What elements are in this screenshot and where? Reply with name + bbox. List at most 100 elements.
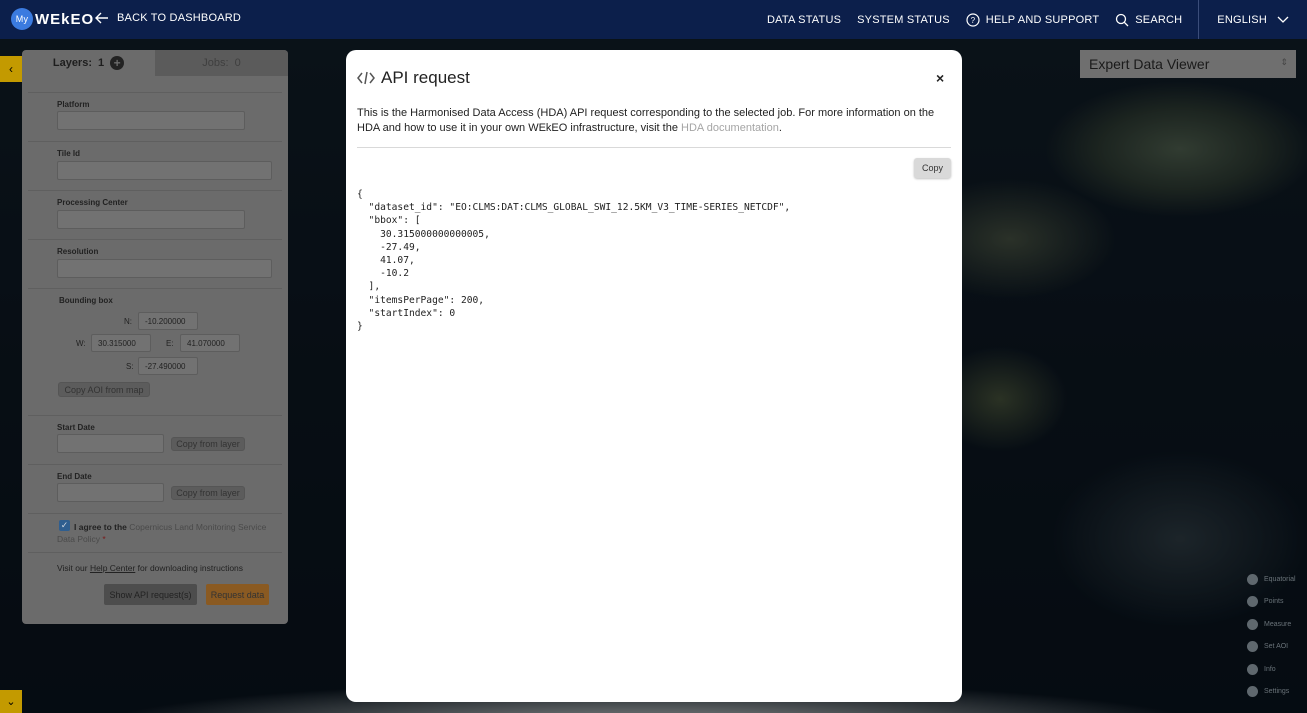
close-modal-button[interactable]: ×: [936, 70, 944, 86]
modal-description: This is the Harmonised Data Access (HDA)…: [357, 106, 947, 136]
agree-text: I agree to the: [74, 522, 127, 532]
hda-documentation-link[interactable]: HDA documentation: [681, 122, 779, 134]
back-label: BACK TO DASHBOARD: [117, 12, 242, 24]
start-date-input[interactable]: [57, 434, 164, 453]
north-input[interactable]: -10.200000: [138, 312, 198, 330]
divider: [28, 288, 282, 289]
divider: [28, 464, 282, 465]
start-date-label: Start Date: [57, 423, 95, 432]
divider: [28, 92, 282, 93]
resolution-label: Resolution: [57, 247, 99, 256]
nav-data-status-label: DATA STATUS: [767, 13, 842, 26]
map-tools: Equatorial Points Measure Set AOI Info S…: [1247, 568, 1296, 703]
modal-title-text: API request: [381, 68, 470, 87]
nav-search[interactable]: SEARCH: [1115, 13, 1182, 27]
bounding-box-label: Bounding box: [59, 296, 113, 305]
tab-layers-label: Layers:: [52, 57, 92, 69]
tool-settings-label: Settings: [1264, 688, 1290, 696]
tool-set-aoi-label: Set AOI: [1264, 643, 1289, 651]
required-star: *: [102, 534, 106, 544]
divider: [28, 239, 282, 240]
north-label: N:: [124, 317, 132, 326]
show-api-request-button[interactable]: Show API request(s): [104, 584, 197, 605]
copy-start-from-layer-button[interactable]: Copy from layer: [171, 437, 245, 451]
modal-divider: [357, 147, 951, 148]
back-to-dashboard-link[interactable]: BACK TO DASHBOARD: [95, 12, 241, 24]
tab-jobs[interactable]: Jobs: 0: [155, 50, 288, 76]
tile-id-label: Tile Id: [57, 149, 80, 158]
nav-help-label: HELP AND SUPPORT: [985, 13, 1100, 26]
end-date-input[interactable]: [57, 483, 164, 502]
west-label: W:: [76, 339, 86, 348]
code-icon: [357, 71, 375, 85]
globe-icon: [1247, 573, 1258, 585]
divider: [28, 415, 282, 416]
south-label: S:: [126, 362, 134, 371]
tool-settings[interactable]: Settings: [1247, 681, 1296, 704]
modal-title: API request: [357, 68, 470, 88]
nav-system-status-label: SYSTEM STATUS: [857, 13, 950, 26]
chat-icon: [1247, 663, 1258, 675]
west-input[interactable]: 30.315000: [91, 334, 151, 352]
help-prefix: Visit our: [57, 563, 88, 573]
arrow-left-icon: [95, 12, 108, 24]
select-arrows-icon: ⇕: [1280, 57, 1288, 67]
nav-data-status[interactable]: DATA STATUS: [767, 14, 841, 26]
jobs-count: 0: [234, 57, 241, 69]
wekeo-logo[interactable]: My WEkEO: [11, 8, 94, 30]
nav-search-label: SEARCH: [1135, 13, 1183, 26]
description-end: .: [778, 122, 782, 134]
tool-equatorial-label: Equatorial: [1264, 575, 1296, 583]
platform-select[interactable]: [57, 111, 245, 130]
tile-id-input[interactable]: [57, 161, 272, 180]
east-input[interactable]: 41.070000: [180, 334, 240, 352]
processing-center-select[interactable]: [57, 210, 245, 229]
chevron-down-icon: [1277, 16, 1289, 23]
divider: [28, 141, 282, 142]
divider: [28, 190, 282, 191]
tool-info[interactable]: Info: [1247, 658, 1296, 681]
svg-text:?: ?: [970, 16, 975, 25]
copy-aoi-button[interactable]: Copy AOI from map: [58, 382, 150, 397]
divider: [28, 552, 282, 553]
request-data-button[interactable]: Request data: [206, 584, 269, 605]
south-input[interactable]: -27.490000: [138, 357, 198, 375]
language-selector[interactable]: ENGLISH: [1198, 0, 1307, 39]
tab-jobs-label: Jobs:: [202, 57, 229, 69]
tab-layers[interactable]: Layers: 1 +: [22, 50, 155, 76]
language-label: ENGLISH: [1217, 13, 1267, 26]
collapse-panel-button[interactable]: ‹: [0, 56, 22, 82]
layers-count: 1: [98, 57, 105, 69]
add-layer-icon[interactable]: +: [110, 56, 125, 70]
square-select-icon: [1247, 641, 1258, 653]
end-date-label: End Date: [57, 472, 92, 481]
viewer-select[interactable]: Expert Data Viewer ⇕: [1080, 50, 1296, 78]
gear-icon: [1247, 686, 1258, 698]
tool-points[interactable]: Points: [1247, 591, 1296, 614]
help-suffix: for downloading instructions: [137, 563, 244, 573]
description-text: This is the Harmonised Data Access (HDA)…: [357, 107, 935, 134]
nav-system-status[interactable]: SYSTEM STATUS: [857, 14, 950, 26]
tool-info-label: Info: [1264, 665, 1276, 673]
viewer-label: Expert Data Viewer: [1089, 56, 1210, 72]
tool-set-aoi[interactable]: Set AOI: [1247, 636, 1296, 659]
api-request-code: { "dataset_id": "EO:CLMS:DAT:CLMS_GLOBAL…: [357, 189, 791, 333]
copy-end-from-layer-button[interactable]: Copy from layer: [171, 486, 245, 500]
nav-help-and-support[interactable]: ? HELP AND SUPPORT: [966, 12, 1100, 27]
tool-measure-label: Measure: [1264, 620, 1292, 628]
tool-equatorial[interactable]: Equatorial: [1247, 568, 1296, 591]
resolution-input[interactable]: [57, 259, 272, 278]
platform-label: Platform: [57, 100, 90, 109]
east-label: E:: [166, 339, 174, 348]
logo-circle: My: [11, 8, 33, 30]
copy-button[interactable]: Copy: [914, 158, 951, 178]
divider: [28, 513, 282, 514]
chevron-left-icon: ‹: [9, 62, 13, 76]
search-icon: [1116, 13, 1129, 26]
help-center-link[interactable]: Help Center: [90, 563, 135, 573]
expand-bottom-button[interactable]: ⌄: [0, 690, 22, 713]
tool-points-label: Points: [1264, 598, 1284, 606]
tool-measure[interactable]: Measure: [1247, 613, 1296, 636]
chevron-down-icon: ⌄: [6, 696, 16, 708]
ruler-icon: [1247, 618, 1258, 630]
